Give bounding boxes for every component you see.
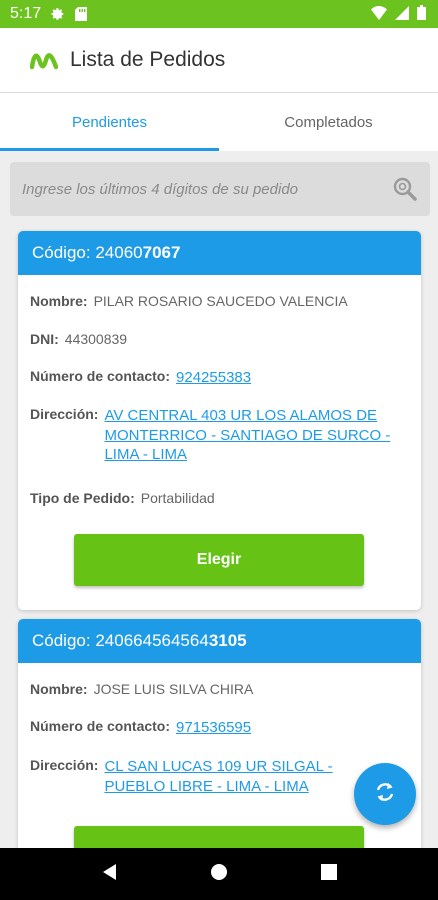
order-name-row: Nombre: PILAR ROSARIO SAUCEDO VALENCIA — [30, 293, 348, 309]
order-code-header: Código: 24060 7067 — [18, 231, 421, 275]
order-code-header: Código: 240664564564 3105 — [18, 619, 421, 663]
order-dni-value: 44300839 — [64, 331, 128, 347]
recents-icon[interactable] — [320, 863, 337, 885]
order-address-row: Dirección: AV CENTRAL 403 UR LOS ALAMOS … — [30, 406, 390, 465]
order-contact-link[interactable]: 971536595 — [176, 718, 251, 738]
order-contact-row: Número de contacto: 971536595 — [30, 718, 251, 738]
system-nav-bar — [0, 848, 438, 900]
order-code-prefix: 24060 — [95, 243, 143, 262]
tab-bar: Pendientes Completados — [0, 93, 438, 151]
search-zoom-icon[interactable] — [392, 176, 418, 207]
address-line: CL SAN LUCAS 109 UR SILGAL - — [104, 758, 333, 775]
order-dni-row: DNI: 44300839 — [30, 331, 127, 347]
search-input[interactable] — [20, 179, 384, 199]
order-card: Código: 24060 7067 Nombre: PILAR ROSARIO … — [18, 231, 421, 610]
order-address-label: Dirección: — [30, 406, 99, 422]
page-title: Lista de Pedidos — [70, 48, 226, 71]
battery-icon — [417, 5, 426, 25]
order-contact-label: Número de contacto: — [30, 718, 171, 734]
order-contact-link[interactable]: 924255383 — [176, 368, 251, 388]
order-name-value: JOSE LUIS SILVA CHIRA — [93, 681, 254, 697]
order-code-suffix: 3105 — [208, 631, 247, 650]
home-icon[interactable] — [210, 863, 228, 886]
order-address-row: Dirección: CL SAN LUCAS 109 UR SILGAL - … — [30, 757, 333, 796]
address-line: LIMA - LIMA — [104, 446, 187, 463]
order-dni-label: DNI: — [30, 331, 59, 347]
tab-pendientes[interactable]: Pendientes — [0, 93, 219, 151]
app-bar: Lista de Pedidos — [0, 28, 438, 92]
order-name-value: PILAR ROSARIO SAUCEDO VALENCIA — [93, 293, 348, 309]
settings-icon — [51, 7, 65, 21]
order-address-label: Dirección: — [30, 757, 99, 773]
status-bar: 5:17 — [0, 0, 438, 28]
order-name-label: Nombre: — [30, 681, 88, 697]
address-line: PUEBLO LIBRE - LIMA - LIMA — [104, 777, 309, 795]
order-address-link[interactable]: CL SAN LUCAS 109 UR SILGAL - PUEBLO LIBR… — [104, 757, 332, 796]
refresh-icon — [373, 780, 397, 809]
status-time: 5:17 — [10, 5, 42, 22]
wifi-icon — [371, 5, 387, 25]
order-contact-label: Número de contacto: — [30, 368, 171, 384]
order-type-label: Tipo de Pedido: — [30, 490, 135, 506]
order-code-label: Código: — [32, 631, 91, 650]
order-name-row: Nombre: JOSE LUIS SILVA CHIRA — [30, 681, 253, 697]
movistar-logo — [29, 50, 59, 70]
address-line: MONTERRICO - SANTIAGO DE SURCO - — [104, 426, 391, 444]
sd-card-icon — [75, 7, 88, 21]
order-contact-row: Número de contacto: 924255383 — [30, 368, 251, 388]
order-type-row: Tipo de Pedido: Portabilidad — [30, 490, 215, 506]
order-code-label: Código: — [32, 243, 91, 262]
order-code-prefix: 240664564564 — [95, 631, 209, 650]
tab-completados[interactable]: Completados — [219, 93, 438, 151]
order-card: Código: 240664564564 3105 Nombre: JOSE LU… — [18, 619, 421, 859]
order-type-value: Portabilidad — [140, 490, 215, 506]
address-line: AV CENTRAL 403 UR LOS ALAMOS DE — [104, 407, 378, 424]
choose-button[interactable]: Elegir — [74, 534, 364, 586]
back-icon[interactable] — [101, 863, 117, 886]
order-address-link[interactable]: AV CENTRAL 403 UR LOS ALAMOS DE MONTERRI… — [104, 406, 390, 465]
refresh-button[interactable] — [354, 763, 416, 825]
signal-icon — [395, 5, 409, 25]
order-code-suffix: 7067 — [142, 243, 181, 262]
search-bar — [10, 162, 430, 216]
order-name-label: Nombre: — [30, 293, 88, 309]
